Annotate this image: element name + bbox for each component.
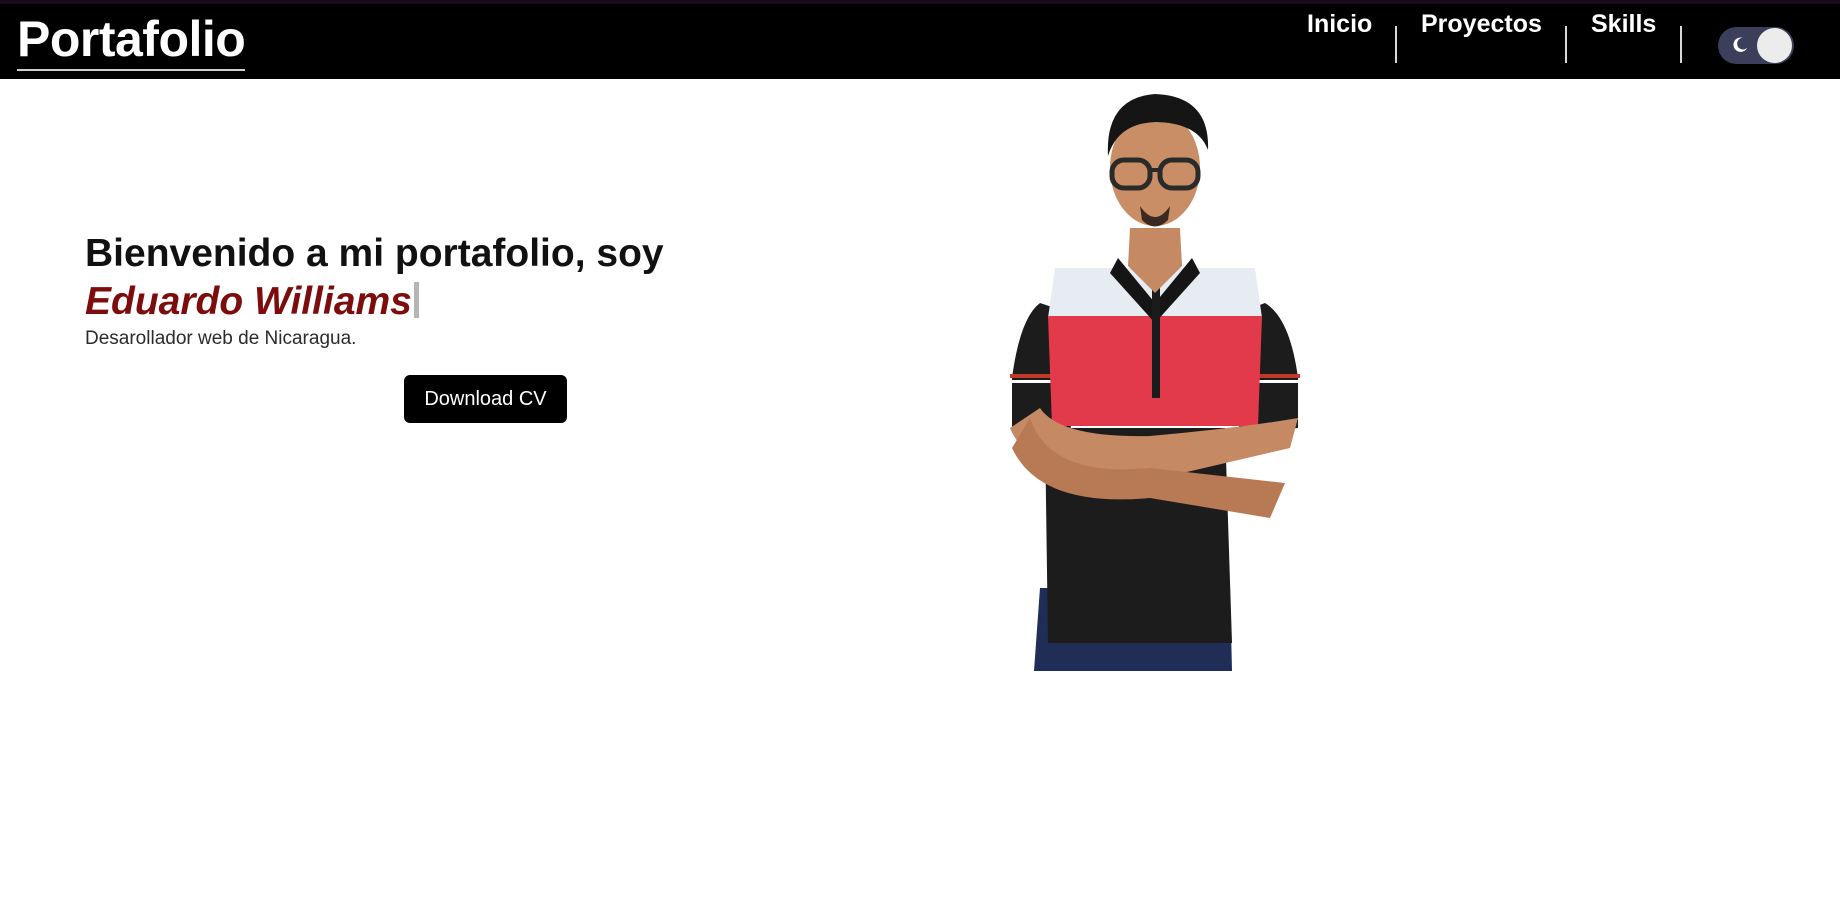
toggle-knob [1757,28,1792,63]
nav-link-inicio[interactable]: Inicio [1307,10,1372,39]
brand-logo-link[interactable]: Portafolio [17,14,246,71]
nav-divider [1395,26,1397,63]
welcome-heading: Bienvenido a mi portafolio, soy [85,232,664,275]
profile-photo [1010,94,1300,671]
name-heading: Eduardo Williams [85,278,725,326]
nav-divider [1565,26,1567,63]
moon-icon [1733,37,1748,52]
theme-toggle-switch[interactable] [1718,27,1794,64]
top-navbar: Portafolio Inicio Proyectos Skills [0,0,1840,79]
nav-divider [1680,26,1682,63]
developer-name: Eduardo Williams [85,280,412,323]
nav-link-proyectos[interactable]: Proyectos [1421,10,1542,39]
hero-intro: Bienvenido a mi portafolio, soy Eduardo … [85,230,725,352]
subtitle-text: Desarollador web de Nicaragua. [85,328,357,349]
typing-cursor [413,282,419,318]
nav-link-skills[interactable]: Skills [1591,10,1656,39]
download-cv-button[interactable]: Download CV [404,375,567,423]
